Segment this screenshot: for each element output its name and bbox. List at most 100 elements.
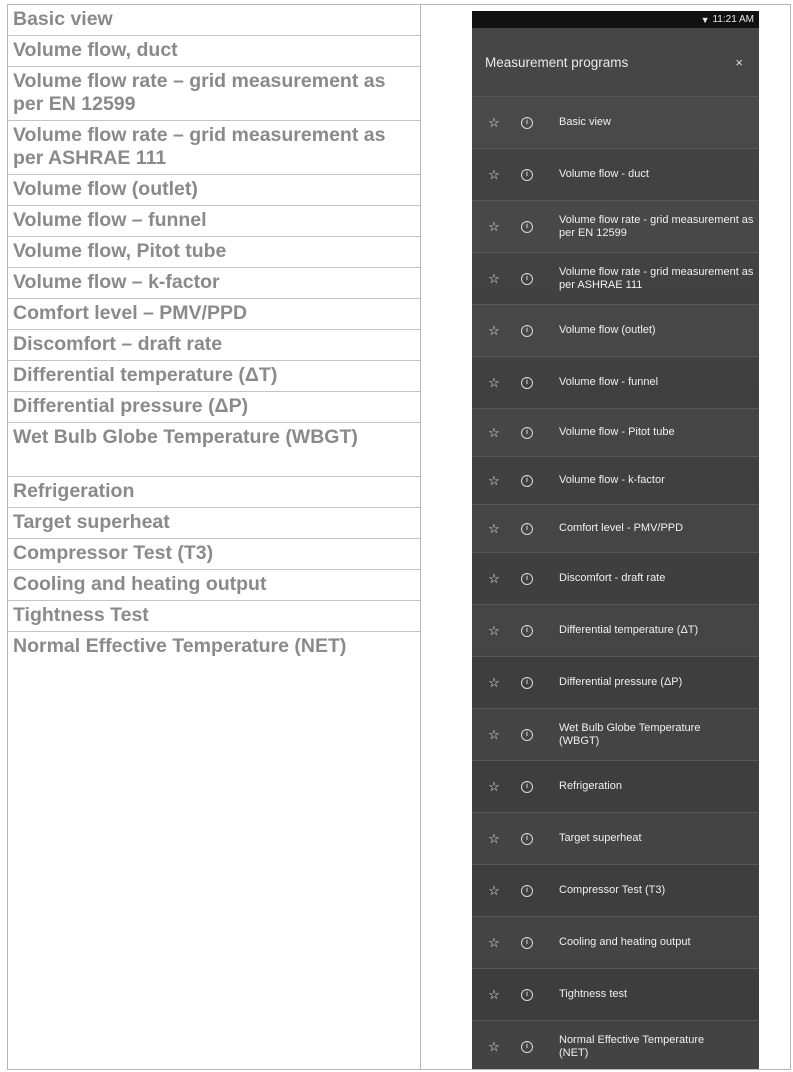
star-icon[interactable]: ☆ bbox=[485, 474, 503, 487]
info-icon[interactable]: i bbox=[521, 624, 533, 637]
info-icon[interactable]: i bbox=[521, 780, 533, 793]
program-name-row: Volume flow – k-factor bbox=[8, 268, 420, 299]
info-icon[interactable]: i bbox=[521, 676, 533, 689]
program-name-row: Volume flow rate – grid measurement as p… bbox=[8, 121, 420, 175]
program-name-row: Comfort level – PMV/PPD bbox=[8, 299, 420, 330]
info-icon[interactable]: i bbox=[521, 988, 533, 1001]
program-label: Comfort level - PMV/PPD bbox=[559, 522, 684, 534]
star-icon[interactable]: ☆ bbox=[485, 116, 503, 129]
column-divider bbox=[420, 5, 421, 1069]
program-label: Compressor Test (T3) bbox=[559, 884, 666, 896]
program-list-item[interactable]: ☆ i Tightness test bbox=[472, 969, 759, 1021]
program-name-row: Wet Bulb Globe Temperature (WBGT) bbox=[8, 423, 420, 477]
info-icon[interactable]: i bbox=[521, 272, 533, 285]
info-icon[interactable]: i bbox=[521, 572, 533, 585]
star-icon[interactable]: ☆ bbox=[485, 676, 503, 689]
app-bar: Measurement programs × bbox=[472, 28, 759, 97]
star-icon[interactable]: ☆ bbox=[485, 168, 503, 181]
star-icon[interactable]: ☆ bbox=[485, 1040, 503, 1053]
info-icon[interactable]: i bbox=[521, 116, 533, 129]
program-label: Tightness test bbox=[559, 988, 628, 1000]
program-label: Wet Bulb Globe Temperature (WBGT) bbox=[559, 721, 701, 747]
program-list: ☆ i Basic view ☆ i Volume flow - duct ☆ i Volume… bbox=[472, 97, 759, 1069]
program-list-item[interactable]: ☆ i Target superheat bbox=[472, 813, 759, 865]
star-icon[interactable]: ☆ bbox=[485, 220, 503, 233]
star-icon[interactable]: ☆ bbox=[485, 272, 503, 285]
program-label: Volume flow - Pitot tube bbox=[559, 426, 675, 438]
program-list-item[interactable]: ☆ i Basic view bbox=[472, 97, 759, 149]
program-name-row: Discomfort – draft rate bbox=[8, 330, 420, 361]
info-icon[interactable]: i bbox=[521, 728, 533, 741]
program-label: Volume flow rate - grid measurement as p… bbox=[559, 265, 754, 291]
info-icon[interactable]: i bbox=[521, 426, 533, 439]
program-label: Normal Effective Temperature (NET) bbox=[559, 1033, 705, 1059]
info-icon[interactable]: i bbox=[521, 1040, 533, 1053]
info-icon[interactable]: i bbox=[521, 376, 533, 389]
program-list-item[interactable]: ☆ i Volume flow - k-factor bbox=[472, 457, 759, 505]
star-icon[interactable]: ☆ bbox=[485, 884, 503, 897]
status-bar: ▼ 11:21 AM bbox=[472, 11, 759, 28]
program-label: Discomfort - draft rate bbox=[559, 572, 666, 584]
program-name-row: Basic view bbox=[8, 5, 420, 36]
page-title: Measurement programs bbox=[485, 54, 629, 70]
program-label: Volume flow - duct bbox=[559, 168, 649, 180]
program-list-item[interactable]: ☆ i Comfort level - PMV/PPD bbox=[472, 505, 759, 553]
wifi-icon: ▼ bbox=[700, 14, 710, 25]
program-label: Basic view bbox=[559, 116, 611, 128]
info-icon[interactable]: i bbox=[521, 884, 533, 897]
star-icon[interactable]: ☆ bbox=[485, 522, 503, 535]
program-list-item[interactable]: ☆ i Differential pressure (ΔP) bbox=[472, 657, 759, 709]
program-list-item[interactable]: ☆ i Compressor Test (T3) bbox=[472, 865, 759, 917]
program-name-row: Normal Effective Temperature (NET) bbox=[13, 635, 347, 657]
info-icon[interactable]: i bbox=[521, 832, 533, 845]
program-label: Volume flow - k-factor bbox=[559, 474, 665, 486]
program-name-row: Volume flow – funnel bbox=[8, 206, 420, 237]
info-icon[interactable]: i bbox=[521, 324, 533, 337]
program-label: Differential temperature (ΔT) bbox=[559, 624, 699, 636]
program-name-column: Basic view Volume flow, duct Volume flow r… bbox=[8, 5, 420, 686]
program-name-row: Volume flow, Pitot tube bbox=[8, 237, 420, 268]
program-list-item[interactable]: ☆ i Volume flow rate - grid measurement as… bbox=[472, 253, 759, 305]
program-list-item[interactable]: ☆ i Volume flow - Pitot tube bbox=[472, 409, 759, 457]
star-icon[interactable]: ☆ bbox=[485, 572, 503, 585]
star-icon[interactable]: ☆ bbox=[485, 728, 503, 741]
star-icon[interactable]: ☆ bbox=[485, 624, 503, 637]
info-icon[interactable]: i bbox=[521, 936, 533, 949]
star-icon[interactable]: ☆ bbox=[485, 324, 503, 337]
program-name-row: Cooling and heating output bbox=[8, 570, 420, 601]
program-list-item[interactable]: ☆ i Refrigeration bbox=[472, 761, 759, 813]
program-label: Refrigeration bbox=[559, 780, 622, 792]
program-name-row: Volume flow (outlet) bbox=[8, 175, 420, 206]
program-list-item[interactable]: ☆ i Cooling and heating output bbox=[472, 917, 759, 969]
status-time: 11:21 AM bbox=[712, 14, 754, 25]
info-icon[interactable]: i bbox=[521, 522, 533, 535]
program-name-row: Tightness Test bbox=[8, 601, 420, 632]
program-name-row: Refrigeration bbox=[8, 477, 420, 508]
info-icon[interactable]: i bbox=[521, 474, 533, 487]
program-list-item[interactable]: ☆ i Discomfort - draft rate bbox=[472, 553, 759, 605]
program-name-row: Compressor Test (T3) bbox=[8, 539, 420, 570]
phone-screen: ▼ 11:21 AM Measurement programs × ☆ i Basi… bbox=[472, 11, 759, 1069]
star-icon[interactable]: ☆ bbox=[485, 426, 503, 439]
star-icon[interactable]: ☆ bbox=[485, 988, 503, 1001]
program-list-item[interactable]: ☆ i Differential temperature (ΔT) bbox=[472, 605, 759, 657]
star-icon[interactable]: ☆ bbox=[485, 832, 503, 845]
program-list-item[interactable]: ☆ i Volume flow rate - grid measurement as… bbox=[472, 201, 759, 253]
program-label: Volume flow - funnel bbox=[559, 376, 659, 388]
program-list-item[interactable]: ☆ i Volume flow - funnel bbox=[472, 357, 759, 409]
program-name-row: Differential temperature (ΔT) bbox=[8, 361, 420, 392]
close-icon[interactable]: × bbox=[735, 55, 743, 70]
program-list-item[interactable]: ☆ i Volume flow (outlet) bbox=[472, 305, 759, 357]
star-icon[interactable]: ☆ bbox=[485, 936, 503, 949]
program-label: Volume flow (outlet) bbox=[559, 324, 656, 336]
program-label: Volume flow rate - grid measurement as p… bbox=[559, 213, 754, 239]
star-icon[interactable]: ☆ bbox=[485, 376, 503, 389]
program-label: Target superheat bbox=[559, 832, 642, 844]
info-icon[interactable]: i bbox=[521, 220, 533, 233]
program-list-item[interactable]: ☆ i Wet Bulb Globe Temperature (WBGT) bbox=[472, 709, 759, 761]
program-name-row: Volume flow, duct bbox=[8, 36, 420, 67]
info-icon[interactable]: i bbox=[521, 168, 533, 181]
program-list-item[interactable]: ☆ i Volume flow - duct bbox=[472, 149, 759, 201]
program-list-item[interactable]: ☆ i Normal Effective Temperature (NET) bbox=[472, 1021, 759, 1069]
star-icon[interactable]: ☆ bbox=[485, 780, 503, 793]
